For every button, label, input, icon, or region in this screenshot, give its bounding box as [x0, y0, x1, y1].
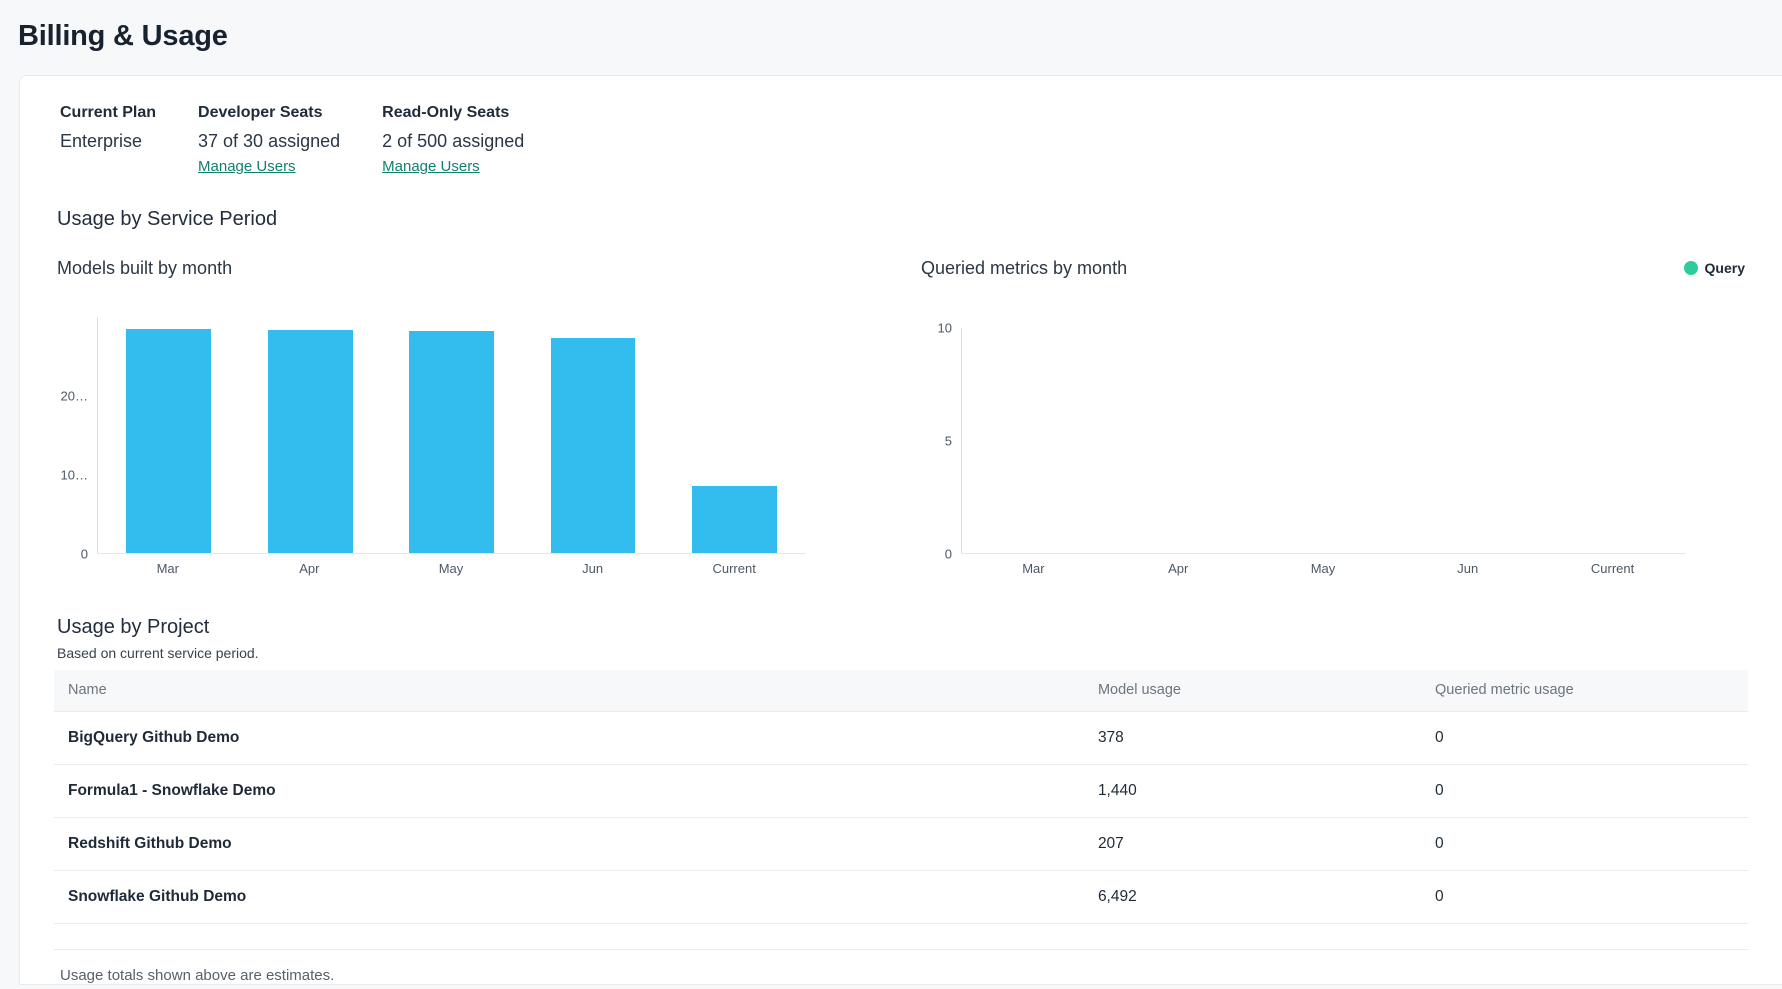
project-name-cell: Snowflake Github Demo	[54, 870, 1084, 923]
table-row: Formula1 - Snowflake Demo 1,440 0	[54, 764, 1748, 817]
queried-metrics-chart-title: Queried metrics by month	[921, 258, 1127, 279]
bar-slot	[1540, 328, 1685, 553]
chart-legend: Query	[1684, 260, 1745, 276]
models-built-plot-area: 010…20…	[57, 317, 865, 554]
x-axis-label: Apr	[239, 561, 381, 576]
table-row: BigQuery Github Demo 378 0	[54, 711, 1748, 764]
bar-jun	[551, 338, 636, 553]
current-plan-label: Current Plan	[60, 104, 156, 122]
usage-estimates-note: Usage totals shown above are estimates.	[57, 967, 1745, 984]
current-plan-block: Current Plan Enterprise	[60, 104, 156, 176]
query-legend-label: Query	[1705, 260, 1745, 276]
queried-metric-usage-cell: 0	[1421, 817, 1748, 870]
models-built-chart: Models built by month 0 10… 20… MarAprMayJ…	[57, 257, 865, 576]
project-name-cell: BigQuery Github Demo	[54, 711, 1084, 764]
bar-slot	[522, 317, 663, 553]
queried-metrics-plot-area: 0510	[921, 328, 1745, 554]
section-title-usage-by-service-period: Usage by Service Period	[57, 208, 1745, 231]
queried-metric-usage-cell: 0	[1421, 870, 1748, 923]
table-row: Snowflake Github Demo 6,492 0	[54, 870, 1748, 923]
model-usage-cell: 6,492	[1084, 870, 1421, 923]
bar-slot	[239, 317, 380, 553]
bar-slot	[98, 317, 239, 553]
y-axis-tick-label: 10	[938, 322, 952, 335]
model-usage-cell: 207	[1084, 817, 1421, 870]
x-axis-label: Current	[1540, 561, 1685, 576]
developer-seats-value: 37 of 30 assigned	[198, 131, 340, 152]
y-axis-tick-label: 5	[945, 435, 952, 448]
column-header-model-usage: Model usage	[1084, 670, 1421, 711]
x-axis-label: Jun	[522, 561, 664, 576]
x-axis-label: May	[380, 561, 522, 576]
plot	[97, 317, 805, 554]
bar-slot	[1396, 328, 1541, 553]
project-name-cell: Formula1 - Snowflake Demo	[54, 764, 1084, 817]
query-legend-dot-icon	[1684, 261, 1698, 275]
y-axis: 0510	[921, 328, 961, 554]
current-plan-value: Enterprise	[60, 131, 156, 152]
project-name-cell: Redshift Github Demo	[54, 817, 1084, 870]
readonly-seats-manage-users-link[interactable]: Manage Users	[382, 158, 480, 175]
queried-metric-usage-cell: 0	[1421, 764, 1748, 817]
billing-card: Current Plan Enterprise Developer Seats …	[19, 75, 1782, 985]
queried-metrics-chart: Queried metrics by month Query 0510 MarA…	[921, 257, 1745, 576]
bar-mar	[126, 329, 211, 553]
x-axis-label: Mar	[97, 561, 239, 576]
readonly-seats-block: Read-Only Seats 2 of 500 assigned Manage…	[382, 104, 524, 176]
queried-metric-usage-cell: 0	[1421, 711, 1748, 764]
page-header: Billing & Usage	[0, 0, 1782, 75]
y-axis-tick-label: 20…	[61, 390, 88, 403]
developer-seats-manage-users-link[interactable]: Manage Users	[198, 158, 296, 175]
plot	[961, 328, 1685, 554]
y-axis-tick-label: 10…	[61, 469, 88, 482]
model-usage-cell: 1,440	[1084, 764, 1421, 817]
x-axis-label: Jun	[1395, 561, 1540, 576]
plan-summary: Current Plan Enterprise Developer Seats …	[57, 104, 1745, 176]
section-title-usage-by-project: Usage by Project	[57, 616, 1745, 639]
x-axis-label: Apr	[1106, 561, 1251, 576]
x-axis-label: Current	[663, 561, 805, 576]
readonly-seats-label: Read-Only Seats	[382, 104, 524, 122]
bar-current	[692, 486, 777, 553]
charts-grid: Models built by month 010…20… MarAprMayJ…	[57, 257, 1745, 576]
bar-slot	[1107, 328, 1252, 553]
column-header-queried-metric-usage: Queried metric usage	[1421, 670, 1748, 711]
bar-slot	[381, 317, 522, 553]
y-axis-tick-label: 0	[945, 548, 952, 561]
bar-slot	[1251, 328, 1396, 553]
x-axis: MarAprMayJunCurrent	[57, 561, 865, 576]
table-header-row: Name Model usage Queried metric usage	[54, 670, 1748, 711]
x-axis-label: May	[1251, 561, 1396, 576]
table-row: Redshift Github Demo 207 0	[54, 817, 1748, 870]
usage-by-project-subtitle: Based on current service period.	[57, 645, 1745, 661]
y-axis: 010…20…	[57, 317, 97, 554]
x-axis: MarAprMayJunCurrent	[921, 561, 1745, 576]
x-axis-label: Mar	[961, 561, 1106, 576]
column-header-name: Name	[54, 670, 1084, 711]
bar-slot	[664, 317, 805, 553]
table-empty-row	[54, 923, 1748, 949]
model-usage-cell: 378	[1084, 711, 1421, 764]
developer-seats-label: Developer Seats	[198, 104, 340, 122]
developer-seats-block: Developer Seats 37 of 30 assigned Manage…	[198, 104, 340, 176]
bar-slot	[962, 328, 1107, 553]
readonly-seats-value: 2 of 500 assigned	[382, 131, 524, 152]
bar-may	[409, 331, 494, 553]
usage-by-project-table: Name Model usage Queried metric usage Bi…	[54, 670, 1748, 950]
y-axis-tick-label: 0	[81, 548, 88, 561]
bar-apr	[268, 330, 353, 553]
page-title: Billing & Usage	[18, 20, 1764, 53]
models-built-chart-title: Models built by month	[57, 258, 232, 279]
